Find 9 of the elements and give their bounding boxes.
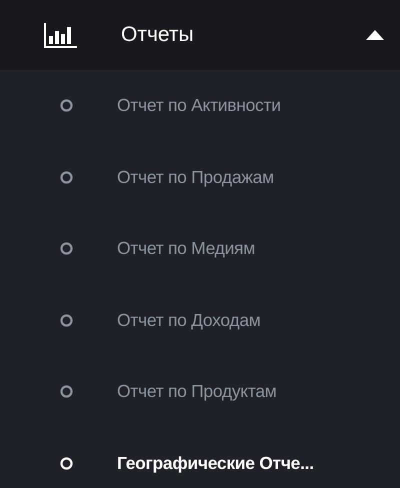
menu-item[interactable]: Географические Отче... [117, 452, 314, 474]
menu-item[interactable]: Отчет по Продажам [117, 166, 274, 188]
menu-item[interactable]: Отчет по Активности [117, 95, 281, 116]
menu-item[interactable]: Отчет по Продуктам [117, 381, 277, 402]
menu-item[interactable]: Отчет по Доходам [117, 310, 261, 331]
menu-item[interactable]: Отчет по Медиям [117, 238, 255, 260]
menu-header[interactable]: Отчеты [0, 0, 400, 70]
bar-chart-icon [44, 22, 77, 48]
menu-title: Отчеты [121, 23, 195, 47]
